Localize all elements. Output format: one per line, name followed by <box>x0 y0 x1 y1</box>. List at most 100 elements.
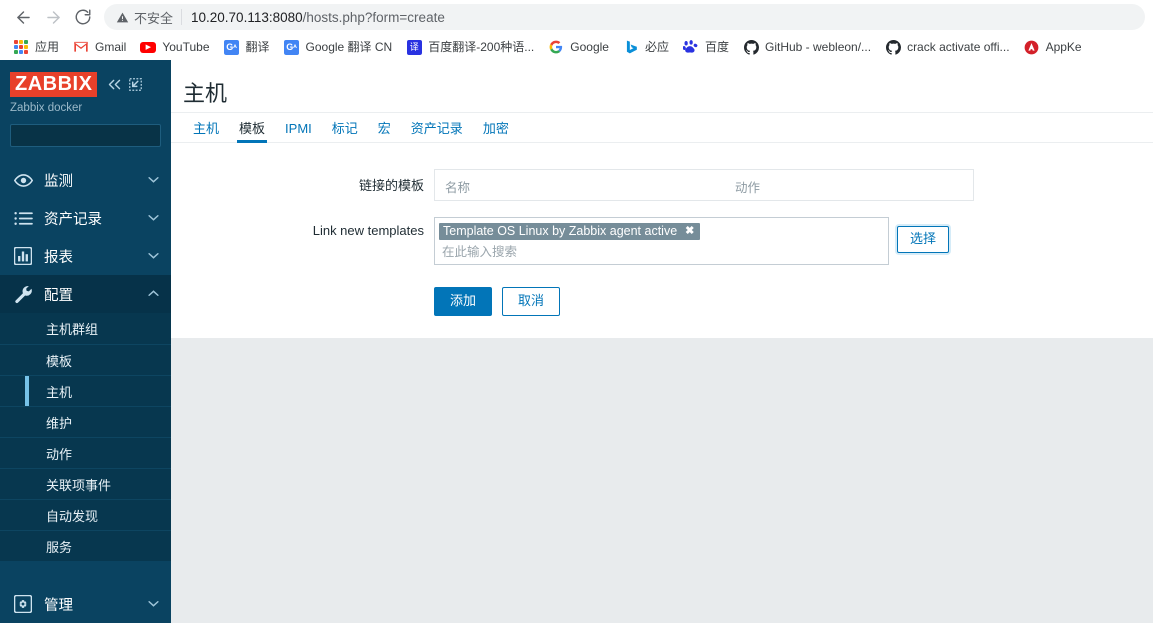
tab-ipmi[interactable]: IPMI <box>275 122 322 142</box>
chevron-down-icon <box>148 213 159 224</box>
sidebar-item-label: 管理 <box>44 597 73 614</box>
security-label: 不安全 <box>134 10 174 26</box>
form-row-link-new-templates: Link new templates Template OS Linux by … <box>171 217 1153 265</box>
tab-inventory[interactable]: 资产记录 <box>401 122 473 142</box>
tab-label: 资产记录 <box>410 121 463 136</box>
bookmark-google[interactable]: Google <box>541 36 616 58</box>
add-button[interactable]: 添加 <box>434 287 493 317</box>
tab-host[interactable]: 主机 <box>183 122 229 142</box>
main-content: 主机 主机 模板 IPMI 标记 宏 资产记录 加密 链接的模板 名称 动作 L… <box>171 60 1153 623</box>
link-new-templates-field: Template OS Linux by Zabbix agent active… <box>434 217 950 265</box>
browser-chrome: 不安全 10.20.70.113:8080/hosts.php?form=cre… <box>0 0 1153 60</box>
sidebar-subitem-host-groups[interactable]: 主机群组 <box>0 313 171 344</box>
sidebar-search[interactable] <box>10 124 171 147</box>
sidebar-subitem-templates[interactable]: 模板 <box>0 344 171 375</box>
bookmark-translate[interactable]: Gᴀ 翻译 <box>217 36 277 58</box>
zabbix-logo[interactable]: ZABBIX <box>10 72 98 97</box>
template-search-input[interactable] <box>439 240 884 259</box>
chevron-down-icon <box>148 599 159 610</box>
bar-chart-icon <box>14 247 36 265</box>
sidebar-subitem-label: 自动发现 <box>46 508 99 524</box>
tab-label: 主机 <box>193 121 220 136</box>
chevron-down-icon <box>148 175 159 186</box>
sidebar-subitem-maintenance[interactable]: 维护 <box>0 406 171 437</box>
select-button[interactable]: 选择 <box>897 226 950 253</box>
bookmark-google-translate-cn[interactable]: Gᴀ Google 翻译 CN <box>277 36 400 58</box>
youtube-icon: ▶ <box>140 39 157 55</box>
search-input[interactable] <box>16 128 171 143</box>
address-bar[interactable]: 不安全 10.20.70.113:8080/hosts.php?form=cre… <box>104 4 1145 30</box>
bookmark-github-webleon[interactable]: GitHub - webleon/... <box>736 36 878 58</box>
sidebar-subitem-label: 动作 <box>46 446 73 462</box>
sidebar-subitem-label: 主机 <box>46 384 73 400</box>
bookmark-appke[interactable]: AppKe <box>1017 36 1089 58</box>
form-tabs: 主机 模板 IPMI 标记 宏 资产记录 加密 <box>171 113 1153 143</box>
form-row-linked-templates: 链接的模板 名称 动作 <box>171 169 1153 201</box>
sidebar-subitem-label: 维护 <box>46 415 73 431</box>
server-name: Zabbix docker <box>10 102 83 114</box>
close-icon[interactable]: ✖ <box>685 226 694 237</box>
sidebar-subitem-hosts[interactable]: 主机 <box>0 375 171 406</box>
sidebar-item-reports[interactable]: 报表 <box>0 237 171 275</box>
sidebar-item-administration[interactable]: 管理 <box>0 585 171 623</box>
tab-macros[interactable]: 宏 <box>368 122 401 142</box>
bookmark-youtube[interactable]: ▶ YouTube <box>133 36 216 58</box>
bookmark-label: GitHub - webleon/... <box>765 40 872 54</box>
sidebar-subitem-discovery[interactable]: 自动发现 <box>0 499 171 530</box>
bookmark-baidu-translate[interactable]: 译 百度翻译-200种语... <box>399 36 541 58</box>
bookmark-label: Google <box>570 40 609 54</box>
sidebar-item-label: 资产记录 <box>44 211 102 228</box>
google-icon <box>548 39 564 55</box>
appke-icon <box>1024 39 1040 55</box>
link-new-templates-label: Link new templates <box>312 223 424 238</box>
sidebar-subitem-label: 服务 <box>46 539 73 555</box>
back-button[interactable] <box>8 2 38 32</box>
gmail-icon <box>73 39 89 55</box>
linked-templates-field: 名称 动作 <box>434 169 974 201</box>
templates-form: 链接的模板 名称 动作 Link new templates Template … <box>171 143 1153 317</box>
bookmark-apps[interactable]: 应用 <box>6 36 66 58</box>
sidebar-item-configuration[interactable]: 配置 <box>0 275 171 313</box>
linked-templates-label: 链接的模板 <box>358 178 424 193</box>
sidebar-item-monitoring[interactable]: 监测 <box>0 161 171 199</box>
cancel-button[interactable]: 取消 <box>502 287 561 317</box>
collapse-sidebar-button[interactable] <box>107 78 122 91</box>
hide-sidebar-button[interactable] <box>129 78 143 91</box>
sidebar-item-label: 配置 <box>44 287 73 304</box>
tab-tags[interactable]: 标记 <box>322 122 368 142</box>
sidebar-item-inventory[interactable]: 资产记录 <box>0 199 171 237</box>
bookmark-label: YouTube <box>162 40 210 54</box>
chevron-down-icon <box>148 251 159 262</box>
sidebar-subitem-label: 关联项事件 <box>46 477 112 493</box>
bookmark-gmail[interactable]: Gmail <box>66 36 133 58</box>
not-secure-warning-icon <box>116 11 129 24</box>
bing-icon <box>623 39 639 55</box>
form-actions: 添加 取消 <box>171 287 1153 317</box>
bookmark-crack-activate[interactable]: crack activate offi... <box>878 36 1017 58</box>
tab-label: 加密 <box>482 121 509 136</box>
sidebar-header: ZABBIX <box>0 60 171 97</box>
tab-templates[interactable]: 模板 <box>229 122 275 143</box>
bookmark-label: Gmail <box>95 40 127 54</box>
github-icon <box>885 39 901 55</box>
tab-label: IPMI <box>285 121 312 136</box>
sidebar-subitem-event-correlation[interactable]: 关联项事件 <box>0 468 171 499</box>
bookmark-baidu[interactable]: 百度 <box>676 36 736 58</box>
wrench-icon <box>14 285 36 304</box>
sidebar-subitem-actions[interactable]: 动作 <box>0 437 171 468</box>
forward-button[interactable] <box>38 2 68 32</box>
bookmark-bing[interactable]: 必应 <box>616 36 676 58</box>
bookmark-label: AppKe <box>1045 40 1082 54</box>
reload-button[interactable] <box>68 2 98 32</box>
sidebar-subitem-label: 模板 <box>46 353 73 369</box>
configuration-submenu: 主机群组 模板 主机 维护 动作 关联项事件 自动发现 服务 <box>0 313 171 561</box>
sidebar-item-label: 监测 <box>44 173 73 190</box>
google-translate-icon: Gᴀ <box>224 39 240 55</box>
page-title: 主机 <box>183 81 228 106</box>
page-background <box>171 338 1153 623</box>
template-multiselect[interactable]: Template OS Linux by Zabbix agent active… <box>434 217 889 265</box>
bookmark-label: crack activate offi... <box>907 40 1010 54</box>
tab-encryption[interactable]: 加密 <box>473 122 519 142</box>
sidebar-subitem-services[interactable]: 服务 <box>0 530 171 561</box>
template-token[interactable]: Template OS Linux by Zabbix agent active… <box>439 223 701 240</box>
